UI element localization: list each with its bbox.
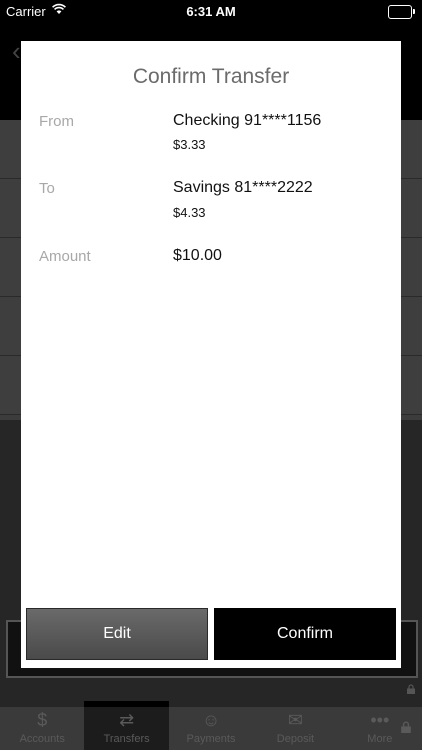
status-bar: Carrier 6:31 AM (0, 0, 422, 22)
confirm-button[interactable]: Confirm (214, 608, 396, 660)
from-balance: $3.33 (173, 137, 206, 152)
amount-value: $10.00 (173, 247, 222, 264)
amount-label: Amount (39, 248, 91, 265)
tab-label: More (367, 733, 393, 745)
dialog-title: Confirm Transfer (132, 65, 290, 88)
tab-label: Payments (186, 733, 236, 745)
battery-icon (388, 5, 415, 19)
payments-icon: ☺ (201, 710, 221, 730)
lock-icon (401, 721, 411, 733)
to-balance: $4.33 (173, 205, 206, 220)
tab-label: Deposit (276, 733, 315, 745)
tab-payments[interactable]: ☺ Payments (169, 707, 253, 750)
from-label: From (39, 113, 74, 130)
back-chevron-icon: ‹ (12, 36, 21, 66)
dollar-icon: $ (37, 710, 48, 730)
tab-accounts[interactable]: $ Accounts (0, 707, 84, 750)
transfer-icon: ⇄ (119, 710, 135, 730)
tab-bar: $ Accounts ⇄ Transfers ☺ Payments ✉ Depo… (0, 701, 422, 750)
tab-label: Transfers (103, 733, 150, 745)
tab-deposit[interactable]: ✉ Deposit (253, 707, 337, 750)
tab-label: Accounts (19, 733, 65, 745)
clock: 6:31 AM (186, 4, 236, 19)
deposit-icon: ✉ (287, 710, 303, 730)
to-account: Savings 81****2222 (173, 179, 313, 196)
tab-more[interactable]: ••• More (338, 707, 422, 750)
confirm-transfer-dialog: Confirm Transfer From Checking 91****115… (21, 41, 401, 668)
edit-button[interactable]: Edit (26, 608, 208, 660)
tab-transfers[interactable]: ⇄ Transfers (84, 701, 170, 750)
lock-icon (407, 684, 415, 694)
to-label: To (39, 180, 55, 197)
from-account: Checking 91****1156 (173, 112, 322, 129)
